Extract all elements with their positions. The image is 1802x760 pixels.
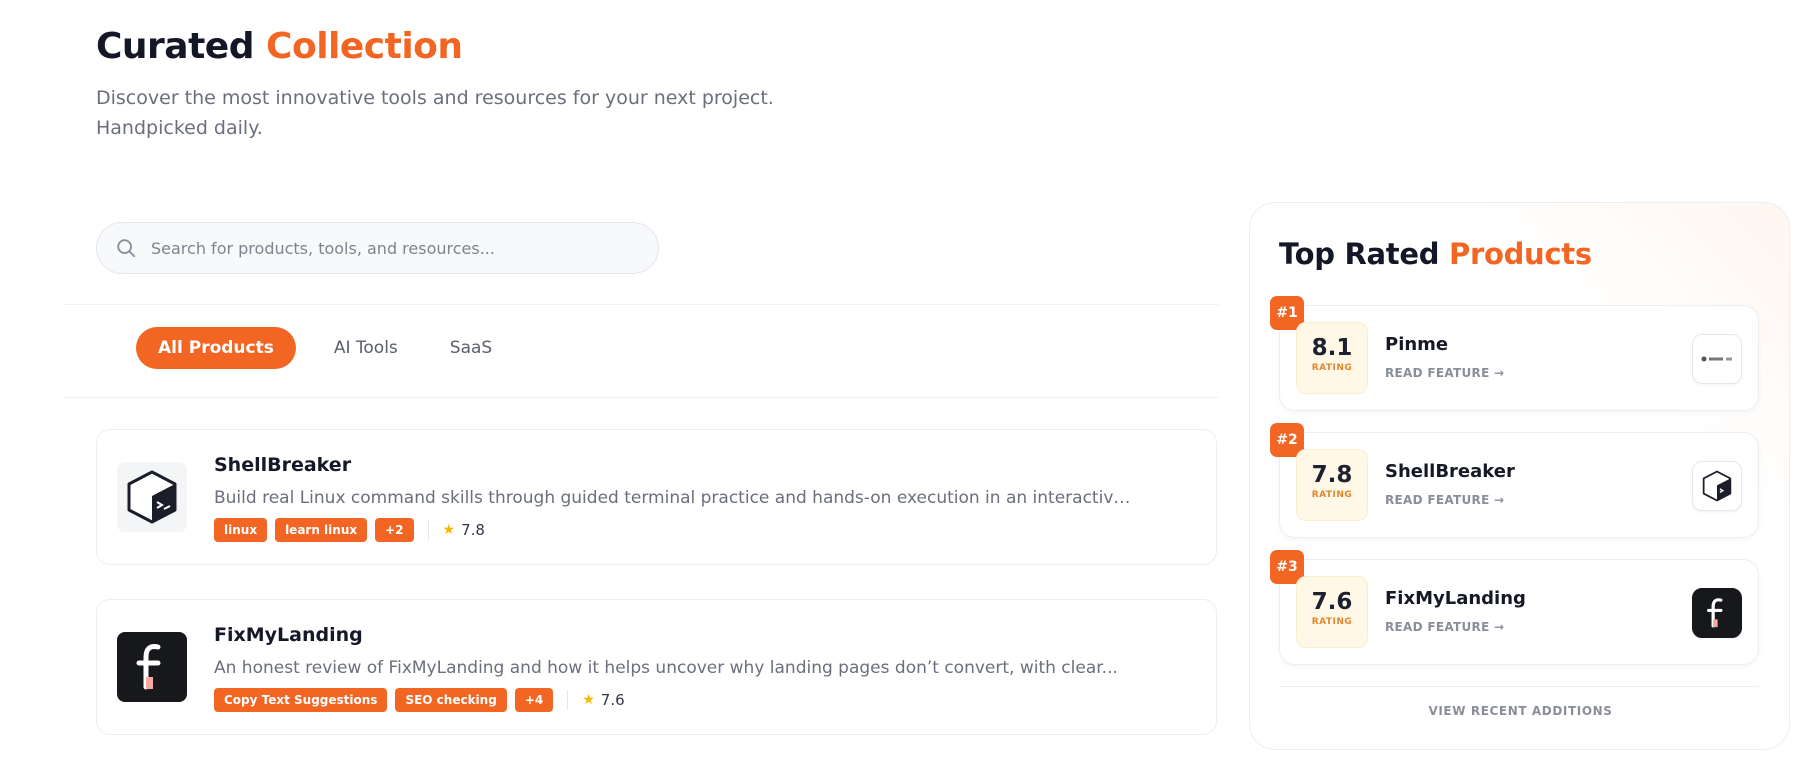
product-body: ShellBreaker Build real Linux command sk… (214, 454, 1174, 542)
product-description: Build real Linux command skills through … (214, 488, 1134, 508)
subtitle-line-1: Discover the most innovative tools and r… (96, 87, 774, 109)
top-rated-title-accent: Products (1449, 237, 1592, 271)
tab-ai-tools[interactable]: AI Tools (312, 327, 420, 369)
read-feature-link[interactable]: READ FEATURE → (1385, 493, 1504, 507)
top-rated-item[interactable]: #2 7.8 RATING ShellBreaker READ FEATURE … (1270, 423, 1759, 538)
page-title: Curated Collection (96, 26, 816, 67)
product-card[interactable]: FixMyLanding An honest review of FixMyLa… (96, 599, 1217, 735)
score-value: 8.1 (1311, 335, 1353, 361)
search-input[interactable] (151, 238, 631, 258)
page-title-accent: Collection (266, 26, 463, 67)
subtitle-line-2: Handpicked daily. (96, 117, 263, 139)
score-label: RATING (1311, 490, 1353, 500)
tab-all-products[interactable]: All Products (136, 327, 296, 369)
meta-divider (427, 520, 429, 540)
view-recent-additions-link[interactable]: VIEW RECENT ADDITIONS (1250, 704, 1791, 718)
product-tag[interactable]: Copy Text Suggestions (214, 688, 388, 712)
product-meta: linux learn linux +2 ★ 7.8 (214, 518, 1174, 542)
product-rating: 7.6 (600, 691, 625, 709)
filter-bar: All Products AI Tools SaaS (64, 304, 1219, 398)
product-description: An honest review of FixMyLanding and how… (214, 658, 1118, 678)
fixmylanding-f-icon (1692, 588, 1742, 638)
fixmylanding-f-icon (117, 632, 187, 702)
score-value: 7.8 (1311, 462, 1353, 488)
product-tag[interactable]: SEO checking (395, 688, 507, 712)
score-value: 7.6 (1311, 589, 1353, 615)
read-feature-link[interactable]: READ FEATURE → (1385, 620, 1504, 634)
read-feature-link[interactable]: READ FEATURE → (1385, 366, 1504, 380)
product-body: FixMyLanding An honest review of FixMyLa… (214, 624, 1174, 712)
product-tag-more[interactable]: +4 (514, 688, 554, 712)
panel-divider (1279, 686, 1759, 687)
score-box: 8.1 RATING (1296, 322, 1368, 394)
product-tag[interactable]: learn linux (275, 518, 368, 542)
filter-tabs: All Products AI Tools SaaS (136, 327, 514, 369)
page-subtitle: Discover the most innovative tools and r… (96, 83, 816, 143)
product-name[interactable]: FixMyLanding (214, 624, 1174, 646)
top-rated-name[interactable]: FixMyLanding (1385, 588, 1526, 609)
star-icon: ★ (582, 692, 595, 708)
star-icon: ★ (442, 522, 456, 538)
search-bar[interactable] (96, 222, 659, 274)
product-card[interactable]: ShellBreaker Build real Linux command sk… (96, 429, 1217, 565)
top-rated-name[interactable]: ShellBreaker (1385, 461, 1515, 482)
top-rated-title-main: Top Rated (1279, 237, 1440, 271)
top-rated-item[interactable]: #3 7.6 RATING FixMyLanding READ FEATURE … (1270, 550, 1759, 665)
tab-saas[interactable]: SaaS (428, 327, 514, 369)
product-rating: 7.8 (461, 521, 485, 539)
top-rated-title: Top Rated Products (1279, 237, 1592, 271)
product-tag-more[interactable]: +2 (375, 518, 414, 542)
pinme-logo-icon (1692, 334, 1742, 384)
score-label: RATING (1311, 363, 1353, 373)
terminal-cube-icon (117, 462, 187, 532)
search-icon (117, 239, 136, 258)
page-header: Curated Collection Discover the most inn… (96, 26, 816, 143)
score-box: 7.8 RATING (1296, 449, 1368, 521)
top-rated-panel: Top Rated Products #1 8.1 RATING Pinme R… (1249, 202, 1790, 750)
meta-divider (567, 690, 569, 710)
product-tag[interactable]: linux (214, 518, 268, 542)
score-label: RATING (1311, 617, 1353, 627)
product-meta: Copy Text Suggestions SEO checking +4 ★ … (214, 688, 1174, 712)
page-title-main: Curated (96, 26, 255, 67)
score-box: 7.6 RATING (1296, 576, 1368, 648)
terminal-cube-icon (1692, 461, 1742, 511)
product-name[interactable]: ShellBreaker (214, 454, 1174, 476)
top-rated-item[interactable]: #1 8.1 RATING Pinme READ FEATURE → (1270, 296, 1759, 411)
top-rated-name[interactable]: Pinme (1385, 334, 1448, 355)
